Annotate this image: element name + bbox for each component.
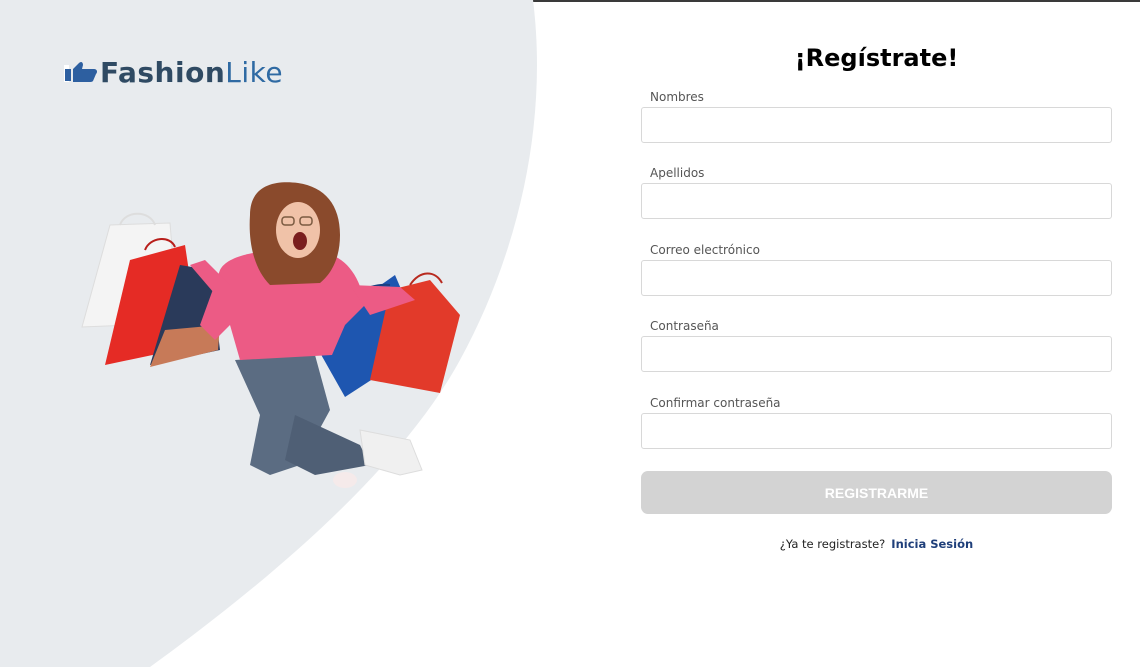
email-field[interactable] — [641, 260, 1112, 296]
thumbs-up-icon — [64, 61, 98, 82]
last-name-label: Apellidos — [650, 166, 705, 180]
confirm-password-label: Confirmar contraseña — [650, 396, 781, 410]
form-title: ¡Regístrate! — [794, 44, 959, 72]
email-label: Correo electrónico — [650, 243, 760, 257]
login-prompt-text: ¿Ya te registraste? — [779, 537, 886, 551]
shopping-bags-left — [81, 212, 220, 367]
woman-head — [249, 182, 340, 285]
register-button[interactable]: REGISTRARME — [641, 471, 1112, 514]
confirm-password-field[interactable] — [641, 413, 1112, 449]
brand-name-like: Like — [225, 55, 284, 89]
first-name-field[interactable] — [641, 107, 1112, 143]
login-prompt-row: ¿Ya te registraste? Inicia Sesión — [641, 537, 1112, 551]
password-label: Contraseña — [650, 319, 719, 333]
last-name-field[interactable] — [641, 183, 1112, 219]
registration-page: Fashion Like ¡Regístrate! Nombres Apelli… — [0, 0, 1140, 667]
brand-logo[interactable]: Fashion Like — [64, 55, 284, 89]
login-link[interactable]: Inicia Sesión — [891, 537, 973, 551]
first-name-label: Nombres — [650, 90, 704, 104]
password-field[interactable] — [641, 336, 1112, 372]
registration-form: ¡Regístrate! Nombres Apellidos Correo el… — [641, 0, 1112, 667]
brand-name-fashion: Fashion — [100, 55, 226, 89]
hero-panel: Fashion Like — [0, 0, 560, 667]
hero-image — [81, 182, 460, 488]
